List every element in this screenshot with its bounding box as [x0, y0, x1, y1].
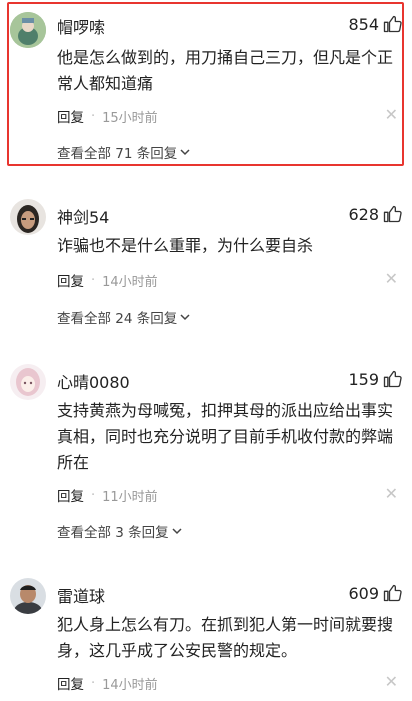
avatar[interactable]: [10, 364, 46, 400]
avatar[interactable]: [10, 199, 46, 235]
reply-button[interactable]: 回复: [57, 270, 84, 290]
like-count: 854: [348, 14, 379, 34]
reply-button[interactable]: 回复: [57, 673, 84, 693]
separator-dot: ·: [91, 487, 96, 503]
timestamp: 15小时前: [102, 110, 158, 126]
comment-text: 他是怎么做到的，用刀捅自己三刀，但凡是个正常人都知道痛: [57, 48, 394, 93]
like-button[interactable]: 628: [348, 204, 402, 224]
close-icon[interactable]: ✕: [385, 107, 398, 123]
chevron-down-icon: [172, 528, 182, 535]
chevron-down-icon: [180, 149, 190, 156]
comment-meta: 回复 · 14小时前: [57, 270, 158, 291]
thumbs-up-icon: [383, 205, 402, 223]
thumbs-up-icon: [383, 15, 402, 33]
like-count: 159: [348, 369, 379, 389]
comment-meta: 回复 · 15小时前: [57, 106, 158, 127]
comment-meta: 回复 · 14小时前: [57, 673, 158, 694]
view-all-replies[interactable]: 查看全部 71 条回复: [57, 142, 191, 162]
comment-text: 支持黄燕为母喊冤，扣押其母的派出应给出事实真相，同时也充分说明了目前手机收付款的…: [57, 401, 394, 472]
view-all-label: 查看全部 71 条回复: [57, 146, 178, 162]
like-count: 628: [348, 204, 379, 224]
separator-dot: ·: [91, 272, 96, 288]
view-all-replies[interactable]: 查看全部 24 条回复: [57, 307, 191, 327]
like-button[interactable]: 854: [348, 14, 402, 34]
close-icon[interactable]: ✕: [385, 674, 398, 690]
view-all-label: 查看全部 24 条回复: [57, 311, 178, 327]
avatar[interactable]: [10, 12, 46, 48]
separator-dot: ·: [91, 108, 96, 124]
avatar-image: [10, 12, 46, 48]
username[interactable]: 雷道球: [57, 583, 105, 607]
view-all-replies[interactable]: 查看全部 3 条回复: [57, 521, 183, 541]
thumbs-up-icon: [383, 370, 402, 388]
comment-text: 犯人身上怎么有刀。在抓到犯人第一时间就要搜身，这几乎成了公安民警的规定。: [57, 615, 394, 660]
timestamp: 11小时前: [102, 489, 158, 505]
timestamp: 14小时前: [102, 677, 158, 693]
username[interactable]: 心晴0080: [57, 369, 130, 393]
avatar-image: [10, 199, 46, 235]
separator-dot: ·: [91, 675, 96, 691]
username[interactable]: 神剑54: [57, 204, 109, 228]
avatar-image: [10, 578, 46, 614]
thumbs-up-icon: [383, 584, 402, 602]
like-count: 609: [348, 583, 379, 603]
like-button[interactable]: 609: [348, 583, 402, 603]
avatar[interactable]: [10, 578, 46, 614]
reply-button[interactable]: 回复: [57, 485, 84, 505]
username[interactable]: 帽啰嗦: [57, 14, 105, 38]
view-all-label: 查看全部 3 条回复: [57, 525, 169, 541]
close-icon[interactable]: ✕: [385, 486, 398, 502]
timestamp: 14小时前: [102, 274, 158, 290]
avatar-image: [10, 364, 46, 400]
comment-text: 诈骗也不是什么重罪，为什么要自杀: [57, 236, 314, 255]
chevron-down-icon: [180, 314, 190, 321]
comment-meta: 回复 · 11小时前: [57, 485, 158, 506]
reply-button[interactable]: 回复: [57, 106, 84, 126]
close-icon[interactable]: ✕: [385, 271, 398, 287]
like-button[interactable]: 159: [348, 369, 402, 389]
